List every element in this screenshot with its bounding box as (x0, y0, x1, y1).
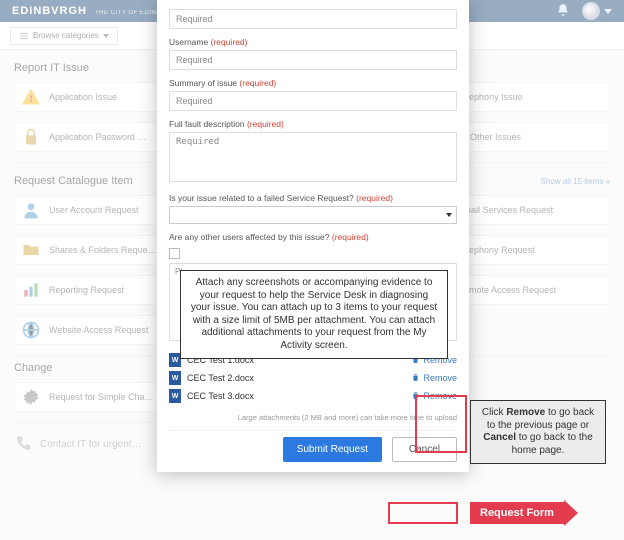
submit-request-button[interactable]: Submit Request (283, 437, 382, 462)
phone-icon (14, 435, 32, 453)
remove-attachment-link[interactable]: Remove (411, 373, 457, 384)
callout-remove-cancel: Click Remove to go back to the previous … (470, 400, 606, 464)
full-description-label: Full fault description (required) (169, 119, 457, 129)
arrow-right-icon (564, 500, 578, 526)
chart-icon (21, 280, 41, 300)
username-input[interactable]: Required (169, 50, 457, 70)
warning-icon (21, 87, 41, 107)
user-menu[interactable] (582, 2, 612, 20)
summary-input[interactable]: Required (169, 91, 457, 111)
request-form-arrow: Request Form (470, 500, 578, 526)
full-description-input[interactable]: Required (169, 132, 457, 182)
card-label: User Account Request (49, 205, 139, 215)
summary-label: Summary of issue (required) (169, 78, 457, 88)
brand-logo: EDINBVRGH (12, 5, 87, 17)
avatar-icon (582, 2, 600, 20)
card-label: Email Services Request (458, 205, 554, 215)
service-request-label: Is your issue related to a failed Servic… (169, 193, 457, 203)
chevron-down-icon (103, 34, 109, 38)
highlight-remove-links (415, 395, 467, 453)
callout-attachments: Attach any screenshots or accompanying e… (180, 270, 448, 359)
trash-icon (411, 373, 420, 384)
document-icon: W (169, 389, 181, 403)
card-label: Website Access Request (49, 325, 148, 335)
lock-icon (21, 127, 41, 147)
show-all-link[interactable]: Show all 15 items » (541, 177, 610, 186)
username-label: Username (required) (169, 37, 457, 47)
browse-label: Browse categories (33, 31, 99, 40)
globe-icon (21, 320, 41, 340)
service-request-select[interactable] (169, 206, 457, 224)
card-label: Reporting Request (49, 285, 124, 295)
menu-icon (19, 31, 29, 41)
folder-icon (21, 240, 41, 260)
attachment-name: CEC Test 3.docx (187, 391, 254, 401)
arrow-label: Request Form (470, 502, 564, 524)
card-label: Application Issue (49, 92, 117, 102)
field-top[interactable]: Required (169, 9, 457, 29)
section-catalogue-title: Request Catalogue Item (14, 175, 133, 187)
card-label: Request for Simple Cha… (49, 392, 154, 402)
contact-label: Contact IT for urgent… (40, 439, 142, 450)
modal-actions: Submit Request Cancel (169, 430, 457, 472)
chevron-down-icon (446, 213, 452, 217)
attachment-item: W CEC Test 3.docx Remove (169, 387, 457, 405)
browse-categories-button[interactable]: Browse categories (10, 27, 118, 45)
others-affected-checkbox[interactable] (169, 248, 457, 259)
highlight-cancel-button (388, 502, 458, 524)
gear-icon (21, 387, 41, 407)
attachment-list: W CEC Test 1.docx Remove W CEC Test 2.do… (169, 351, 457, 405)
attachment-item: W CEC Test 2.docx Remove (169, 369, 457, 387)
attachment-name: CEC Test 2.docx (187, 373, 254, 383)
card-label: Telephony Request (458, 245, 535, 255)
user-icon (21, 200, 41, 220)
others-affected-label: Are any other users affected by this iss… (169, 232, 457, 242)
card-label: Shares & Folders Reque… (49, 245, 157, 255)
checkbox-icon (169, 248, 180, 259)
card-label: Application Password … (49, 132, 147, 142)
chevron-down-icon (604, 9, 612, 14)
attachment-size-note: Large attachments (2 MB and more) can ta… (169, 413, 457, 422)
notifications-icon[interactable] (556, 3, 570, 20)
card-label: Remote Access Request (458, 285, 557, 295)
document-icon: W (169, 371, 181, 385)
